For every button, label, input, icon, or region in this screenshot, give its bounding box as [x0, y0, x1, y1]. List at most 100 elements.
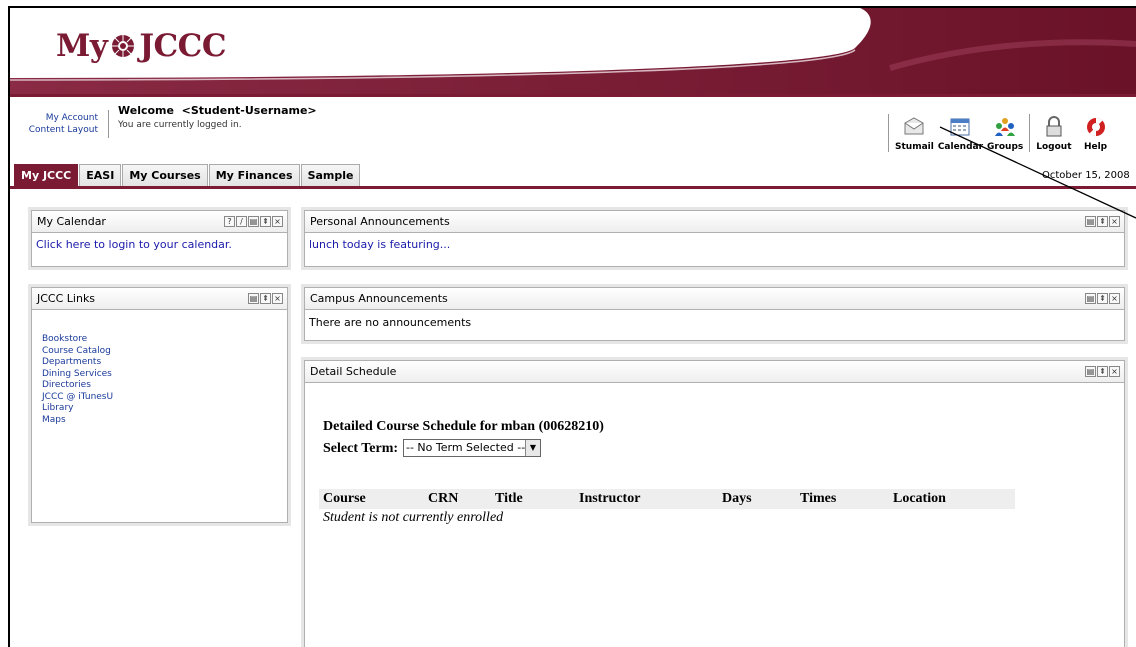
col-title: Title	[495, 491, 523, 506]
portlet-header: Detail Schedule ▤ ⇞ ×	[305, 361, 1124, 383]
links-portlet: JCCC Links ▤ ⇞ × Bookstore Course Catalo…	[31, 287, 288, 523]
schedule-table-header: Course CRN Title Instructor Days Times L…	[319, 489, 1015, 509]
personal-announcements-portlet: Personal Announcements ▤ ⇞ × lunch today…	[304, 210, 1125, 267]
stumail-button[interactable]: Stumail	[893, 115, 936, 152]
link-itunesu[interactable]: JCCC @ iTunesU	[42, 392, 287, 404]
groups-icon	[995, 118, 1016, 136]
portlet-title: Detail Schedule	[310, 365, 397, 378]
welcome-message: Welcome <Student-Username>	[118, 104, 317, 117]
portlet-controls: ? / ▤ ⇞ ×	[223, 216, 283, 227]
col-days: Days	[722, 491, 752, 506]
username: <Student-Username>	[181, 104, 317, 117]
mail-icon	[904, 117, 924, 135]
login-status: You are currently logged in.	[118, 120, 242, 130]
portlet-body: Click here to login to your calendar.	[32, 233, 287, 256]
link-maps[interactable]: Maps	[42, 415, 287, 427]
minimize-icon[interactable]: ▤	[1085, 293, 1096, 304]
tab-my-jccc[interactable]: My JCCC	[14, 164, 79, 187]
header-banner: My JCCC	[10, 8, 1136, 94]
lock-icon	[1046, 116, 1062, 137]
toolbar: Stumail Calendar Groups Logout Help	[884, 104, 1110, 152]
tab-easi[interactable]: EASI	[79, 164, 122, 187]
portlet-controls: ▤ ⇞ ×	[1084, 293, 1120, 304]
groups-button[interactable]: Groups	[985, 115, 1025, 152]
portlet-header: My Calendar ? / ▤ ⇞ ×	[32, 211, 287, 233]
minimize-icon[interactable]: ▤	[1085, 216, 1096, 227]
collapse-icon[interactable]: ⇞	[260, 216, 271, 227]
collapse-icon[interactable]: ⇞	[260, 293, 271, 304]
tab-sample[interactable]: Sample	[300, 164, 361, 187]
portlet-header: Campus Announcements ▤ ⇞ ×	[305, 288, 1124, 310]
no-announcements-text: There are no announcements	[309, 316, 472, 329]
jccc-flower-icon	[112, 35, 135, 57]
collapse-icon[interactable]: ⇞	[1097, 366, 1108, 377]
account-divider	[108, 110, 109, 138]
portlet-body: There are no announcements	[305, 310, 1124, 335]
header-divider	[10, 94, 1136, 97]
term-selected-value: -- No Term Selected --	[406, 441, 526, 454]
close-icon[interactable]: ×	[1109, 216, 1120, 227]
site-logo[interactable]: My JCCC	[56, 28, 227, 64]
close-icon[interactable]: ×	[272, 293, 283, 304]
tabs-divider	[10, 186, 1136, 189]
current-date: October 15, 2008	[1042, 170, 1130, 181]
calendar-button[interactable]: Calendar	[936, 115, 985, 152]
link-directories[interactable]: Directories	[42, 380, 287, 392]
link-bookstore[interactable]: Bookstore	[42, 334, 287, 346]
link-library[interactable]: Library	[42, 403, 287, 415]
schedule-body: Detailed Course Schedule for mban (00628…	[305, 383, 1124, 647]
col-course: Course	[323, 491, 366, 506]
portlet-body: lunch today is featuring...	[305, 233, 1124, 256]
schedule-heading: Detailed Course Schedule for mban (00628…	[323, 419, 604, 434]
welcome-label: Welcome	[118, 104, 174, 117]
detail-schedule-portlet: Detail Schedule ▤ ⇞ × Detailed Course Sc…	[304, 360, 1125, 647]
toolbar-divider	[888, 114, 889, 152]
link-course-catalog[interactable]: Course Catalog	[42, 346, 287, 358]
portlet-title: Personal Announcements	[310, 215, 450, 228]
edit-icon[interactable]: /	[236, 216, 247, 227]
link-departments[interactable]: Departments	[42, 357, 287, 369]
portlet-header: Personal Announcements ▤ ⇞ ×	[305, 211, 1124, 233]
col-times: Times	[800, 491, 837, 506]
my-account-link[interactable]: My Account	[18, 112, 98, 124]
tab-my-courses[interactable]: My Courses	[122, 164, 208, 187]
logout-button[interactable]: Logout	[1034, 115, 1073, 152]
term-select[interactable]: -- No Term Selected -- ▼	[403, 439, 541, 457]
portlet-title: My Calendar	[37, 215, 106, 228]
close-icon[interactable]: ×	[272, 216, 283, 227]
portlet-title: JCCC Links	[37, 292, 96, 305]
help-button[interactable]: Help	[1082, 115, 1110, 152]
minimize-icon[interactable]: ▤	[248, 216, 259, 227]
content-layout-link[interactable]: Content Layout	[18, 124, 98, 136]
close-icon[interactable]: ×	[1109, 366, 1120, 377]
calendar-portlet: My Calendar ? / ▤ ⇞ × Click here to logi…	[31, 210, 288, 267]
help-icon[interactable]: ?	[224, 216, 235, 227]
calendar-login-link[interactable]: Click here to login to your calendar.	[36, 238, 232, 251]
toolbar-divider-2	[1029, 114, 1031, 152]
col-crn: CRN	[428, 491, 459, 506]
term-label: Select Term:	[323, 441, 399, 456]
tab-my-finances[interactable]: My Finances	[208, 164, 300, 187]
collapse-icon[interactable]: ⇞	[1097, 216, 1108, 227]
calendar-icon	[950, 118, 970, 136]
lifebuoy-icon	[1086, 117, 1105, 137]
minimize-icon[interactable]: ▤	[248, 293, 259, 304]
col-location: Location	[893, 491, 946, 506]
collapse-icon[interactable]: ⇞	[1097, 293, 1108, 304]
portlet-controls: ▤ ⇞ ×	[1084, 366, 1120, 377]
account-links: My Account Content Layout	[18, 112, 98, 136]
link-dining-services[interactable]: Dining Services	[42, 369, 287, 381]
main-tabs: My JCCC EASI My Courses My Finances Samp…	[14, 164, 361, 187]
portlet-header: JCCC Links ▤ ⇞ ×	[32, 288, 287, 310]
col-instructor: Instructor	[579, 491, 641, 506]
chevron-down-icon[interactable]: ▼	[525, 440, 540, 456]
links-list: Bookstore Course Catalog Departments Din…	[32, 310, 287, 426]
not-enrolled-message: Student is not currently enrolled	[323, 510, 504, 525]
campus-announcements-portlet: Campus Announcements ▤ ⇞ × There are no …	[304, 287, 1125, 341]
portlet-controls: ▤ ⇞ ×	[247, 293, 283, 304]
minimize-icon[interactable]: ▤	[1085, 366, 1096, 377]
close-icon[interactable]: ×	[1109, 293, 1120, 304]
announcement-link[interactable]: lunch today is featuring...	[309, 238, 450, 251]
portlet-controls: ▤ ⇞ ×	[1084, 216, 1120, 227]
portlet-title: Campus Announcements	[310, 292, 448, 305]
